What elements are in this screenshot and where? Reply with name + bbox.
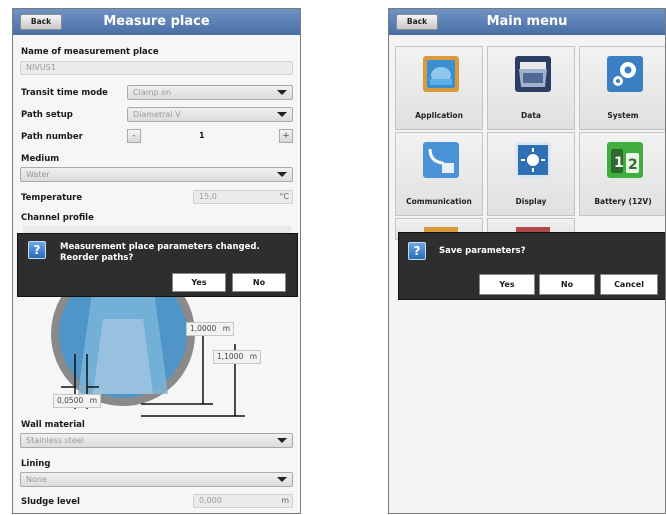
chevron-down-icon [277,172,287,177]
measure-place-screen: Measure place Back Name of measurement p… [12,8,301,514]
name-label: Name of measurement place [21,47,159,57]
temperature-unit: °C [279,192,289,201]
medium-value: Water [26,170,50,179]
dialog-message: Save parameters? [439,246,526,256]
dimension-3-value: 0,0500 [57,396,84,405]
path-number-value: 1 [199,131,205,140]
tile-label: System [607,111,639,120]
title-bar: Measure place Back [13,9,300,35]
tile-system[interactable]: System [579,46,665,130]
back-button[interactable]: Back [396,14,438,30]
no-button[interactable]: No [539,274,595,295]
medium-select[interactable]: Water [20,167,293,182]
path-setup-select[interactable]: Diametral V [127,107,293,122]
transit-time-mode-label: Transit time mode [21,88,108,98]
chevron-down-icon [277,438,287,443]
wall-material-select[interactable]: Stainless steel [20,433,293,448]
wall-material-label: Wall material [21,420,85,430]
back-button[interactable]: Back [20,14,62,30]
wall-material-value: Stainless steel [26,436,84,445]
dimension-2-unit: m [249,352,257,361]
tile-label: Application [415,111,463,120]
dimension-box-3[interactable]: 0,0500 m [53,394,101,408]
lining-select[interactable]: None [20,472,293,487]
tile-application[interactable]: Application [395,46,483,130]
tile-display[interactable]: Display [487,132,575,216]
dimension-box-1[interactable]: 1,0000 m [186,322,234,336]
tile-label: Battery (12V) [594,197,652,206]
tile-label: Data [521,111,541,120]
tile-label: Communication [406,197,472,206]
svg-text:2: 2 [628,157,638,173]
medium-label: Medium [21,154,60,164]
system-gears-icon [607,56,643,92]
chevron-down-icon [277,90,287,95]
name-input[interactable]: NIVUS1 [20,61,293,75]
dimension-box-2[interactable]: 1,1000 m [213,350,261,364]
lining-value: None [26,475,47,484]
main-menu-screen: Main menu Back Application Data System C… [388,8,666,514]
dimension-1-unit: m [222,324,230,333]
sludge-level-value: 0,000 [199,496,222,505]
transit-time-mode-select[interactable]: Clamp on [127,85,293,100]
question-icon: ? [28,241,46,259]
path-setup-value: Diametral V [133,110,181,119]
dialog-message: Measurement place parameters changed. Re… [60,242,260,263]
channel-profile-label: Channel profile [21,213,94,223]
yes-button[interactable]: Yes [172,273,226,292]
transit-time-mode-value: Clamp on [133,88,172,97]
sludge-level-input[interactable]: 0,000 m [193,494,293,508]
data-folder-icon [515,56,551,92]
title-bar: Main menu Back [389,9,665,35]
lining-label: Lining [21,459,51,469]
application-icon [423,56,459,92]
display-brightness-icon [515,142,551,178]
path-number-decrement-button[interactable]: - [127,129,141,143]
communication-icon [423,142,459,178]
sludge-level-label: Sludge level [21,497,80,507]
path-number-label: Path number [21,132,83,142]
temperature-input[interactable]: 15,0 °C [193,190,293,204]
tile-battery[interactable]: 1 2 Battery (12V) [579,132,665,216]
tile-communication[interactable]: Communication [395,132,483,216]
save-parameters-dialog: ? Save parameters? Yes No Cancel [398,232,665,300]
temperature-value: 15,0 [199,192,217,201]
dimension-2-value: 1,1000 [217,352,244,361]
cancel-button[interactable]: Cancel [600,274,658,295]
inner-beam [93,319,153,394]
tile-label: Display [515,197,547,206]
sludge-level-unit: m [281,496,289,505]
svg-text:1: 1 [614,155,624,171]
dimension-1-value: 1,0000 [190,324,217,333]
dimension-3-unit: m [89,396,97,405]
battery-icon: 1 2 [607,142,643,178]
chevron-down-icon [277,112,287,117]
question-icon: ? [408,242,426,260]
temperature-label: Temperature [21,193,83,203]
path-setup-label: Path setup [21,110,73,120]
no-button[interactable]: No [232,273,286,292]
tile-data[interactable]: Data [487,46,575,130]
path-number-increment-button[interactable]: + [279,129,293,143]
chevron-down-icon [277,477,287,482]
yes-button[interactable]: Yes [479,274,535,295]
reorder-paths-dialog: ? Measurement place parameters changed. … [17,233,298,297]
